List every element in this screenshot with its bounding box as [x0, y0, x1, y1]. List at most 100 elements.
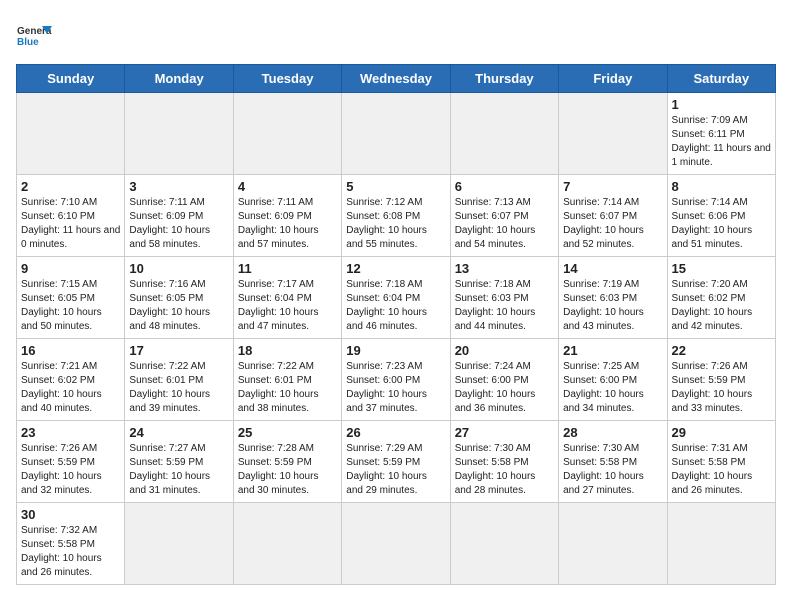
cell-content: Sunrise: 7:10 AMSunset: 6:10 PMDaylight:…	[21, 196, 120, 252]
cell-content: Sunrise: 7:32 AMSunset: 5:58 PMDaylight:…	[21, 524, 120, 580]
calendar-cell: 2 Sunrise: 7:10 AMSunset: 6:10 PMDaylight…	[17, 175, 125, 257]
calendar-cell	[17, 93, 125, 175]
day-number: 3	[129, 179, 228, 194]
col-header-tuesday: Tuesday	[233, 65, 341, 93]
calendar-cell: 20Sunrise: 7:24 AMSunset: 6:00 PMDayligh…	[450, 339, 558, 421]
calendar-cell: 23 Sunrise: 7:26 AMSunset: 5:59 PMDayligh…	[17, 421, 125, 503]
calendar-cell: 5 Sunrise: 7:12 AMSunset: 6:08 PMDaylight…	[342, 175, 450, 257]
cell-content: Sunrise: 7:18 AMSunset: 6:03 PMDaylight:…	[455, 278, 554, 334]
calendar-cell: 15 Sunrise: 7:20 AMSunset: 6:02 PMDayligh…	[667, 257, 775, 339]
calendar-cell	[233, 93, 341, 175]
week-row-0: 1Sunrise: 7:09 AMSunset: 6:11 PMDaylight…	[17, 93, 776, 175]
cell-content: Sunrise: 7:30 AMSunset: 5:58 PMDaylight:…	[455, 442, 554, 498]
week-row-4: 23 Sunrise: 7:26 AMSunset: 5:59 PMDayligh…	[17, 421, 776, 503]
calendar-cell	[559, 503, 667, 585]
page-header: General Blue	[16, 16, 776, 52]
cell-content: Sunrise: 7:22 AMSunset: 6:01 PMDaylight:…	[129, 360, 228, 416]
cell-content: Sunrise: 7:21 AMSunset: 6:02 PMDaylight:…	[21, 360, 120, 416]
day-number: 7	[563, 179, 662, 194]
cell-content: Sunrise: 7:12 AMSunset: 6:08 PMDaylight:…	[346, 196, 445, 252]
day-number: 10	[129, 261, 228, 276]
day-number: 9	[21, 261, 120, 276]
cell-content: Sunrise: 7:29 AMSunset: 5:59 PMDaylight:…	[346, 442, 445, 498]
week-row-3: 16 Sunrise: 7:21 AMSunset: 6:02 PMDayligh…	[17, 339, 776, 421]
calendar-cell	[125, 93, 233, 175]
calendar-cell	[233, 503, 341, 585]
cell-content: Sunrise: 7:31 AMSunset: 5:58 PMDaylight:…	[672, 442, 771, 498]
col-header-saturday: Saturday	[667, 65, 775, 93]
day-number: 23	[21, 425, 120, 440]
calendar-header-row: SundayMondayTuesdayWednesdayThursdayFrid…	[17, 65, 776, 93]
cell-content: Sunrise: 7:14 AMSunset: 6:07 PMDaylight:…	[563, 196, 662, 252]
svg-text:Blue: Blue	[17, 37, 39, 48]
day-number: 6	[455, 179, 554, 194]
day-number: 22	[672, 343, 771, 358]
calendar-cell: 26 Sunrise: 7:29 AMSunset: 5:59 PMDayligh…	[342, 421, 450, 503]
day-number: 4	[238, 179, 337, 194]
cell-content: Sunrise: 7:26 AMSunset: 5:59 PMDaylight:…	[672, 360, 771, 416]
day-number: 16	[21, 343, 120, 358]
week-row-2: 9 Sunrise: 7:15 AMSunset: 6:05 PMDaylight…	[17, 257, 776, 339]
col-header-monday: Monday	[125, 65, 233, 93]
calendar-cell: 28 Sunrise: 7:30 AMSunset: 5:58 PMDayligh…	[559, 421, 667, 503]
day-number: 14	[563, 261, 662, 276]
day-number: 24	[129, 425, 228, 440]
calendar-cell: 17 Sunrise: 7:22 AMSunset: 6:01 PMDayligh…	[125, 339, 233, 421]
cell-content: Sunrise: 7:11 AMSunset: 6:09 PMDaylight:…	[238, 196, 337, 252]
logo-icon: General Blue	[16, 16, 52, 52]
day-number: 2	[21, 179, 120, 194]
day-number: 27	[455, 425, 554, 440]
day-number: 5	[346, 179, 445, 194]
cell-content: Sunrise: 7:27 AMSunset: 5:59 PMDaylight:…	[129, 442, 228, 498]
cell-content: Sunrise: 7:28 AMSunset: 5:59 PMDaylight:…	[238, 442, 337, 498]
calendar-cell: 18Sunrise: 7:22 AMSunset: 6:01 PMDayligh…	[233, 339, 341, 421]
day-number: 30	[21, 507, 120, 522]
calendar-cell: 21Sunrise: 7:25 AMSunset: 6:00 PMDayligh…	[559, 339, 667, 421]
calendar-cell: 4 Sunrise: 7:11 AMSunset: 6:09 PMDaylight…	[233, 175, 341, 257]
calendar-cell	[125, 503, 233, 585]
calendar-cell: 1Sunrise: 7:09 AMSunset: 6:11 PMDaylight…	[667, 93, 775, 175]
calendar-table: SundayMondayTuesdayWednesdayThursdayFrid…	[16, 64, 776, 585]
day-number: 21	[563, 343, 662, 358]
calendar-cell: 14Sunrise: 7:19 AMSunset: 6:03 PMDayligh…	[559, 257, 667, 339]
calendar-cell: 12 Sunrise: 7:18 AMSunset: 6:04 PMDayligh…	[342, 257, 450, 339]
calendar-cell: 27 Sunrise: 7:30 AMSunset: 5:58 PMDayligh…	[450, 421, 558, 503]
cell-content: Sunrise: 7:11 AMSunset: 6:09 PMDaylight:…	[129, 196, 228, 252]
cell-content: Sunrise: 7:14 AMSunset: 6:06 PMDaylight:…	[672, 196, 771, 252]
day-number: 19	[346, 343, 445, 358]
day-number: 8	[672, 179, 771, 194]
day-number: 29	[672, 425, 771, 440]
cell-content: Sunrise: 7:15 AMSunset: 6:05 PMDaylight:…	[21, 278, 120, 334]
week-row-5: 30 Sunrise: 7:32 AMSunset: 5:58 PMDayligh…	[17, 503, 776, 585]
calendar-cell: 22 Sunrise: 7:26 AMSunset: 5:59 PMDayligh…	[667, 339, 775, 421]
calendar-cell: 29 Sunrise: 7:31 AMSunset: 5:58 PMDayligh…	[667, 421, 775, 503]
day-number: 11	[238, 261, 337, 276]
col-header-wednesday: Wednesday	[342, 65, 450, 93]
day-number: 12	[346, 261, 445, 276]
day-number: 26	[346, 425, 445, 440]
day-number: 1	[672, 97, 771, 112]
logo: General Blue	[16, 16, 52, 52]
cell-content: Sunrise: 7:22 AMSunset: 6:01 PMDaylight:…	[238, 360, 337, 416]
col-header-thursday: Thursday	[450, 65, 558, 93]
day-number: 15	[672, 261, 771, 276]
calendar-cell: 3 Sunrise: 7:11 AMSunset: 6:09 PMDaylight…	[125, 175, 233, 257]
cell-content: Sunrise: 7:20 AMSunset: 6:02 PMDaylight:…	[672, 278, 771, 334]
day-number: 17	[129, 343, 228, 358]
calendar-cell	[342, 93, 450, 175]
cell-content: Sunrise: 7:26 AMSunset: 5:59 PMDaylight:…	[21, 442, 120, 498]
calendar-cell: 8 Sunrise: 7:14 AMSunset: 6:06 PMDaylight…	[667, 175, 775, 257]
day-number: 28	[563, 425, 662, 440]
day-number: 20	[455, 343, 554, 358]
calendar-cell: 7 Sunrise: 7:14 AMSunset: 6:07 PMDaylight…	[559, 175, 667, 257]
calendar-cell: 19Sunrise: 7:23 AMSunset: 6:00 PMDayligh…	[342, 339, 450, 421]
day-number: 25	[238, 425, 337, 440]
calendar-cell: 9 Sunrise: 7:15 AMSunset: 6:05 PMDaylight…	[17, 257, 125, 339]
calendar-cell: 16 Sunrise: 7:21 AMSunset: 6:02 PMDayligh…	[17, 339, 125, 421]
cell-content: Sunrise: 7:13 AMSunset: 6:07 PMDaylight:…	[455, 196, 554, 252]
calendar-cell: 10 Sunrise: 7:16 AMSunset: 6:05 PMDayligh…	[125, 257, 233, 339]
cell-content: Sunrise: 7:30 AMSunset: 5:58 PMDaylight:…	[563, 442, 662, 498]
cell-content: Sunrise: 7:18 AMSunset: 6:04 PMDaylight:…	[346, 278, 445, 334]
col-header-friday: Friday	[559, 65, 667, 93]
cell-content: Sunrise: 7:16 AMSunset: 6:05 PMDaylight:…	[129, 278, 228, 334]
